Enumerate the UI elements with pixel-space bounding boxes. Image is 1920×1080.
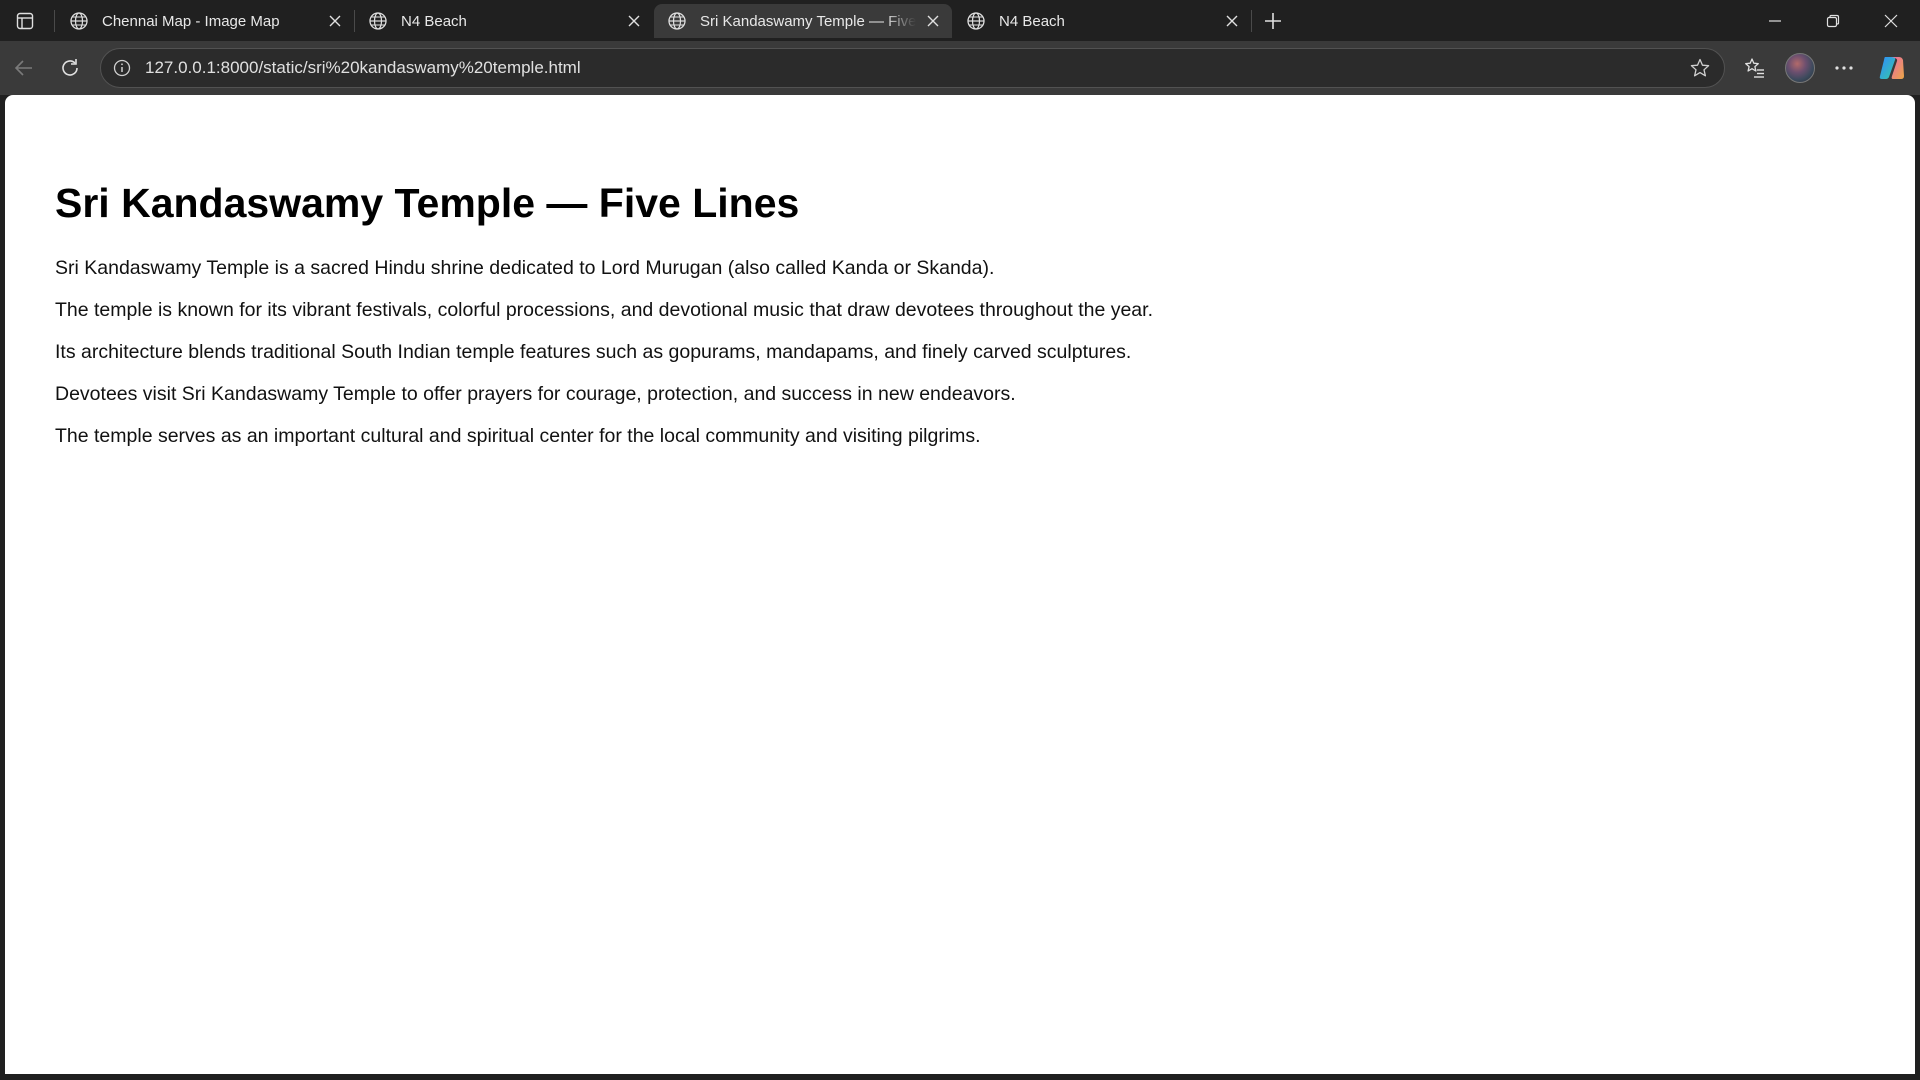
tab-separator [1251,10,1252,32]
close-icon[interactable] [623,10,645,32]
restore-icon[interactable] [1804,0,1862,41]
tab-title: Sri Kandaswamy Temple — Five Lines [700,12,916,30]
tab-n4-beach[interactable]: N4 Beach [355,4,653,38]
globe-icon [965,10,987,32]
tab-n4-beach-2[interactable]: N4 Beach [953,4,1251,38]
tab-sri-kandaswamy-temple[interactable]: Sri Kandaswamy Temple — Five Lines [654,4,952,38]
temple-line-1: Sri Kandaswamy Temple is a sacred Hindu … [55,257,995,280]
tab-chennai-map[interactable]: Chennai Map - Image Map [56,4,354,38]
globe-icon [68,10,90,32]
minimize-icon[interactable] [1746,0,1804,41]
copilot-icon[interactable] [1876,52,1908,84]
globe-icon [367,10,389,32]
sidebar-toggle-icon[interactable] [10,8,40,34]
tab-separator [54,10,55,32]
window-close-icon[interactable] [1862,0,1920,41]
tab-title: N4 Beach [401,12,467,30]
site-info-icon[interactable] [111,57,133,79]
tab-strip: Chennai Map - Image Map N4 Beach Sri Kan… [0,0,1920,41]
page-title: Sri Kandaswamy Temple — Five Lines [55,180,800,226]
page-content: Sri Kandaswamy Temple — Five Lines Sri K… [5,95,1915,450]
back-arrow-icon[interactable] [6,50,42,86]
address-bar[interactable]: 127.0.0.1:8000/static/sri%20kandaswamy%2… [100,48,1725,88]
new-tab-icon[interactable] [1258,6,1288,36]
favorite-star-icon[interactable] [1686,54,1714,82]
url-text[interactable]: 127.0.0.1:8000/static/sri%20kandaswamy%2… [145,58,1686,78]
more-options-icon[interactable] [1826,50,1862,86]
profile-avatar[interactable] [1785,53,1815,83]
temple-line-2: The temple is known for its vibrant fest… [55,299,1153,322]
close-icon[interactable] [922,10,944,32]
browser-toolbar: 127.0.0.1:8000/static/sri%20kandaswamy%2… [0,41,1920,95]
favorites-list-icon[interactable] [1737,50,1773,86]
page-viewport: Sri Kandaswamy Temple — Five Lines Sri K… [5,95,1915,1074]
temple-line-5: The temple serves as an important cultur… [55,425,981,448]
close-icon[interactable] [324,10,346,32]
temple-line-3: Its architecture blends traditional Sout… [55,341,1132,364]
close-icon[interactable] [1221,10,1243,32]
tab-title: N4 Beach [999,12,1065,30]
temple-line-4: Devotees visit Sri Kandaswamy Temple to … [55,383,1016,406]
tab-title: Chennai Map - Image Map [102,12,280,30]
globe-icon [666,10,688,32]
reload-icon[interactable] [52,50,88,86]
